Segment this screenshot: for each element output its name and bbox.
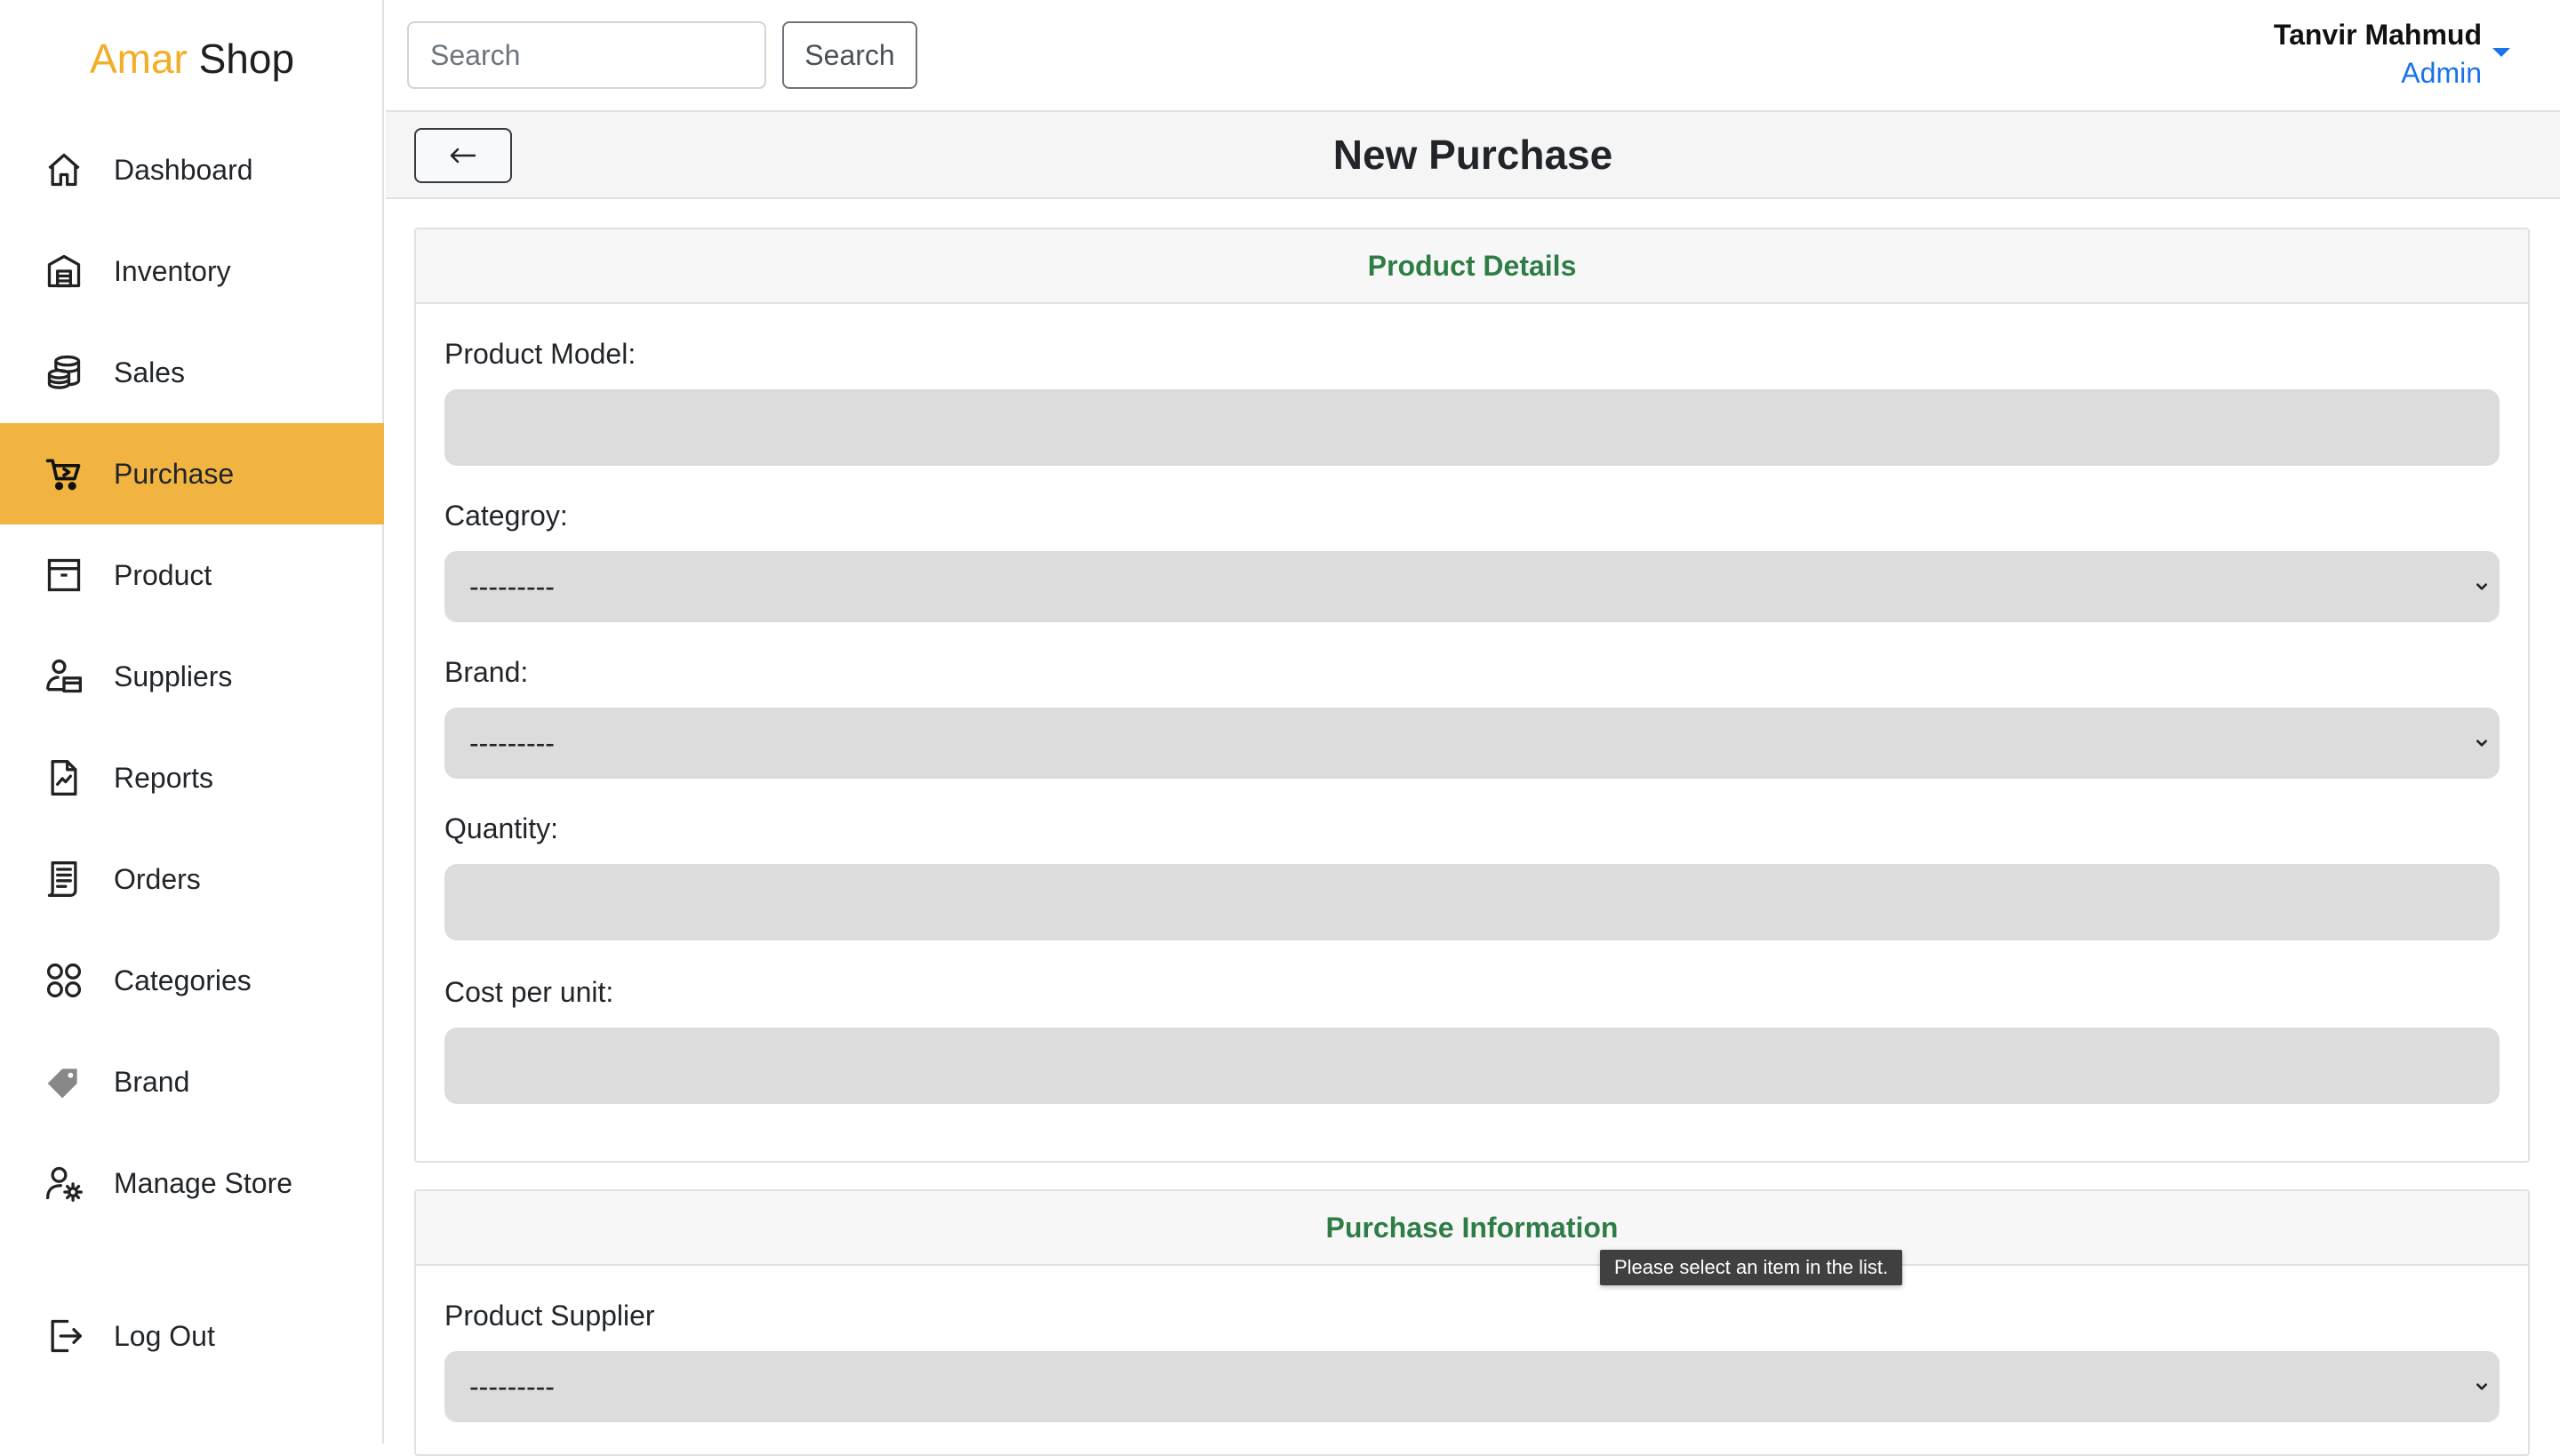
category-select[interactable]: ---------: [444, 551, 2500, 622]
sidebar-item-suppliers[interactable]: Suppliers: [0, 626, 384, 727]
chevron-down-icon: [2476, 1383, 2487, 1390]
chevron-down-icon: [2476, 740, 2487, 747]
chevron-down-icon: [2476, 583, 2487, 590]
tag-icon: [44, 1062, 84, 1101]
cost-per-unit-label: Cost per unit:: [444, 976, 614, 1008]
logo-part-1: Amar: [89, 36, 188, 82]
page-header: New Purchase: [386, 112, 2560, 199]
sidebar-item-label: Suppliers: [114, 660, 233, 692]
cart-icon: [44, 454, 84, 493]
logout-label: Log Out: [114, 1319, 215, 1352]
user-menu[interactable]: Tanvir Mahmud Admin: [2274, 16, 2482, 92]
warehouse-icon: [44, 252, 84, 291]
sidebar-item-orders[interactable]: Orders: [0, 828, 384, 930]
product-details-card: Product Details Product Model: Categroy:…: [414, 228, 2530, 1163]
app-logo[interactable]: Amar Shop: [0, 32, 384, 85]
category-label: Categroy:: [444, 500, 568, 532]
cost-per-unit-input[interactable]: [444, 1028, 2500, 1104]
receipt-icon: [44, 860, 84, 899]
sidebar-item-label: Reports: [114, 761, 214, 794]
product-supplier-label: Product Supplier: [444, 1300, 655, 1332]
archive-box-icon: [44, 556, 84, 595]
logout-button[interactable]: Log Out: [0, 1285, 384, 1387]
sidebar-item-label: Product: [114, 558, 212, 591]
sidebar-item-manage-store[interactable]: Manage Store: [0, 1132, 384, 1234]
sidebar-item-label: Manage Store: [114, 1166, 293, 1199]
brand-label: Brand:: [444, 656, 529, 688]
validation-tooltip: Please select an item in the list.: [1600, 1250, 1903, 1285]
sidebar-item-label: Brand: [114, 1065, 190, 1098]
search-button[interactable]: Search: [782, 21, 917, 89]
sidebar-item-product[interactable]: Product: [0, 524, 384, 626]
logout-icon: [44, 1316, 84, 1356]
top-bar: Search Tanvir Mahmud Admin: [386, 0, 2560, 112]
report-file-icon: [44, 758, 84, 797]
product-model-input[interactable]: [444, 389, 2500, 466]
purchase-information-card: Purchase Information Product Supplier --…: [414, 1189, 2530, 1456]
quantity-input[interactable]: [444, 864, 2500, 940]
user-role[interactable]: Admin: [2274, 53, 2482, 92]
supplier-selected-value: ---------: [469, 1370, 555, 1403]
user-gear-icon: [44, 1164, 84, 1203]
user-name: Tanvir Mahmud: [2273, 19, 2482, 51]
brand-select[interactable]: ---------: [444, 708, 2500, 779]
sidebar-item-label: Dashboard: [114, 153, 253, 186]
sidebar-item-label: Orders: [114, 862, 201, 895]
sidebar-item-label: Purchase: [114, 457, 235, 490]
supplier-icon: [44, 657, 84, 696]
sidebar-item-inventory[interactable]: Inventory: [0, 220, 384, 322]
house-icon: [44, 150, 84, 189]
sidebar-item-sales[interactable]: Sales: [0, 322, 384, 423]
sidebar-item-brand[interactable]: Brand: [0, 1031, 384, 1132]
caret-down-icon[interactable]: [2492, 48, 2510, 57]
sidebar-item-label: Sales: [114, 356, 186, 388]
shapes-icon: [44, 961, 84, 1000]
page-title: New Purchase: [1332, 132, 1613, 178]
sidebar-item-purchase[interactable]: Purchase: [0, 423, 384, 524]
sidebar-item-label: Inventory: [114, 254, 231, 287]
brand-selected-value: ---------: [469, 726, 555, 759]
sidebar-item-label: Categories: [114, 964, 252, 996]
product-model-label: Product Model:: [444, 338, 636, 370]
sidebar-item-categories[interactable]: Categories: [0, 930, 384, 1031]
purchase-information-header: Purchase Information: [416, 1191, 2528, 1266]
quantity-label: Quantity:: [444, 812, 559, 844]
category-selected-value: ---------: [469, 570, 555, 603]
sidebar-item-reports[interactable]: Reports: [0, 727, 384, 828]
sidebar: Amar Shop Dashboard Inventory Sales Purc…: [0, 0, 384, 1444]
product-supplier-select[interactable]: ---------: [444, 1351, 2500, 1422]
sidebar-item-dashboard[interactable]: Dashboard: [0, 119, 384, 220]
product-details-header: Product Details: [416, 229, 2528, 304]
logo-part-2: Shop: [198, 36, 295, 82]
search-input[interactable]: [407, 21, 766, 89]
coins-icon: [44, 353, 84, 392]
